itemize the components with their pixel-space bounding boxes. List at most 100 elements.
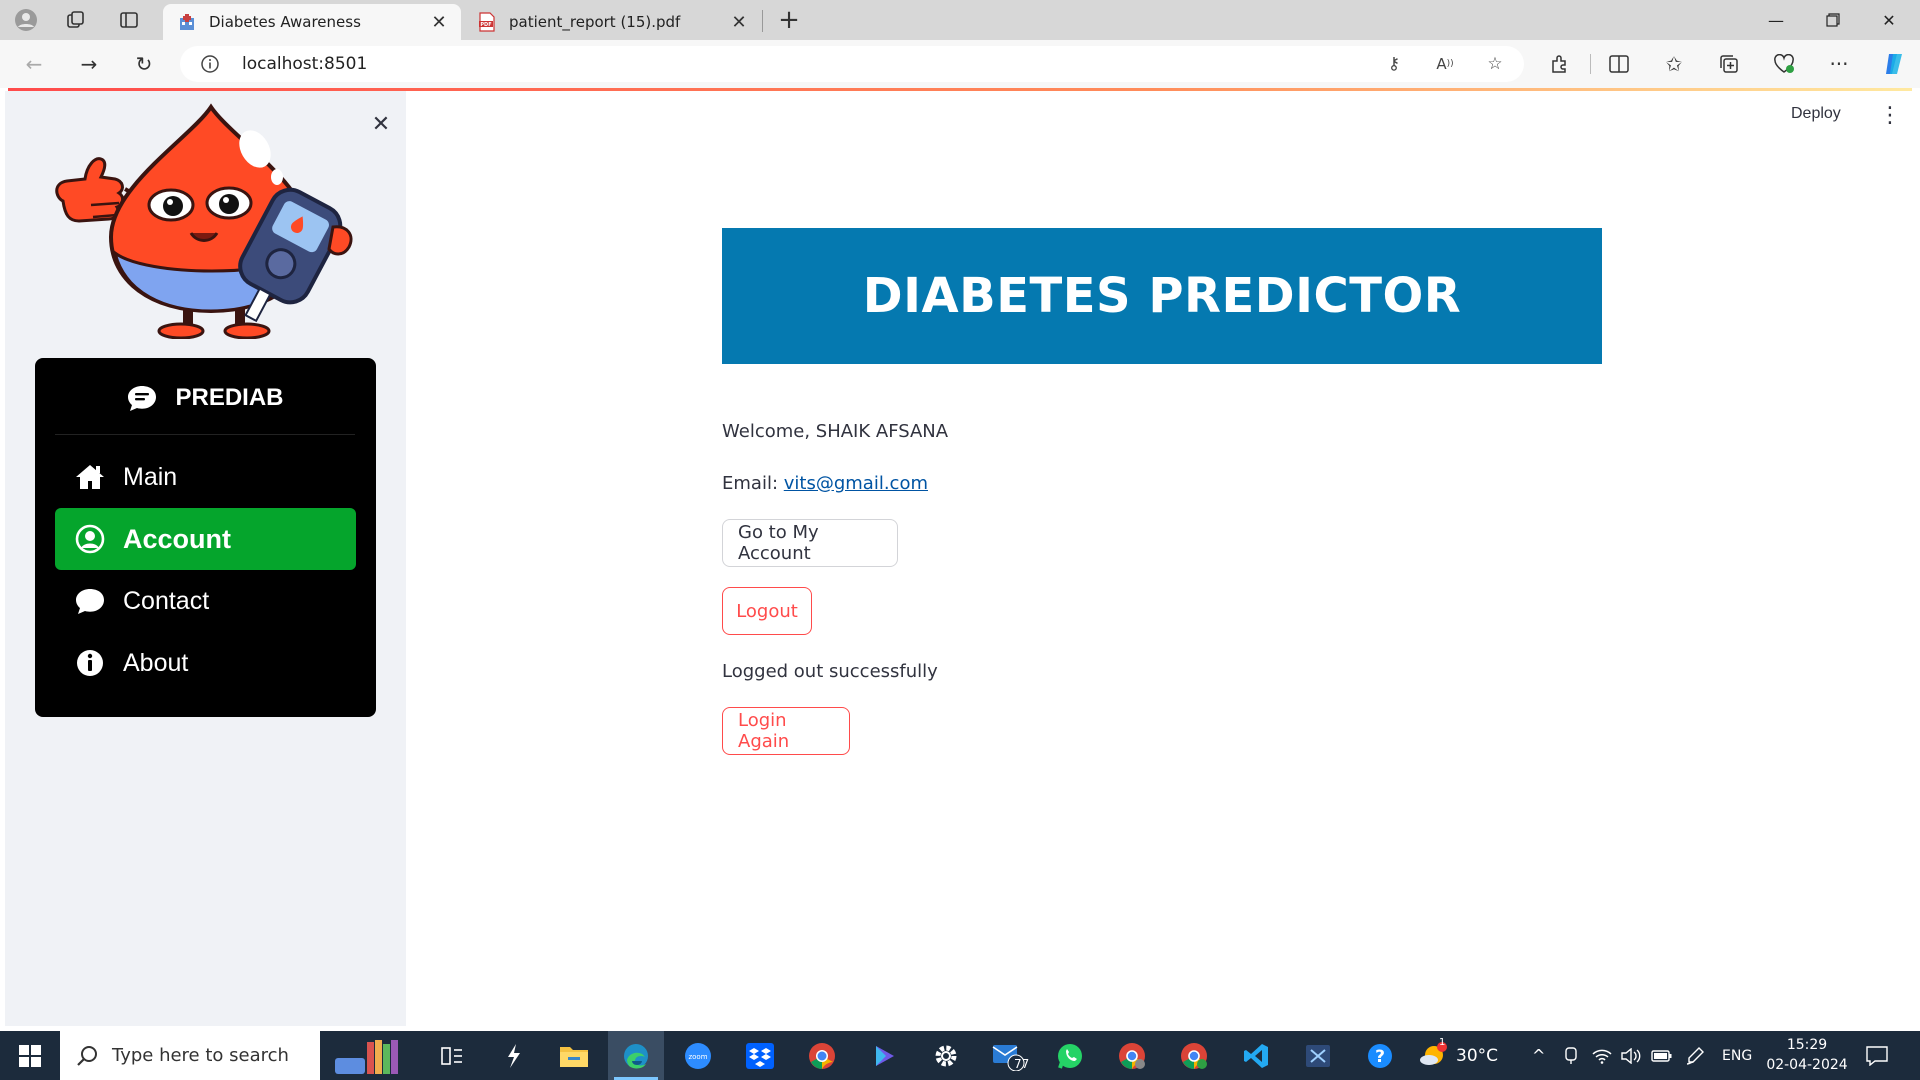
clock-time: 15:29 (1786, 1037, 1828, 1053)
login-again-button[interactable]: Login Again (722, 707, 850, 755)
weather-badge: 1 (1439, 1037, 1446, 1048)
task-view-icon[interactable] (424, 1031, 480, 1080)
search-icon (77, 1045, 97, 1066)
menu-item-label: Main (123, 462, 178, 491)
browser-essentials-icon[interactable] (1768, 49, 1800, 79)
menu-header: PREDIAB (35, 378, 376, 418)
favorites-icon[interactable]: ✩ (1658, 49, 1690, 79)
new-tab-icon[interactable]: + (775, 5, 803, 35)
chrome-icon[interactable] (794, 1031, 850, 1080)
tab-actions-icon[interactable] (115, 7, 143, 33)
restore-icon[interactable] (1810, 6, 1856, 34)
forward-icon[interactable]: → (73, 49, 105, 79)
copilot-app-icon[interactable] (856, 1031, 912, 1080)
tab-diabetes-awareness[interactable]: Diabetes Awareness ✕ (163, 4, 461, 40)
clock-date: 02-04-2024 (1766, 1057, 1848, 1073)
menu-item-label: About (123, 648, 189, 677)
menu-title: PREDIAB (175, 384, 284, 411)
close-window-icon[interactable]: ✕ (1866, 6, 1912, 34)
tab-close-icon[interactable]: ✕ (429, 12, 449, 33)
welcome-text: Welcome, SHAIK AFSANA (722, 421, 949, 442)
email-link[interactable]: vits@gmail.com (784, 473, 928, 494)
chrome-profile-a-icon[interactable] (1104, 1031, 1160, 1080)
dropbox-icon[interactable] (732, 1031, 788, 1080)
chat-icon (75, 586, 105, 616)
tab-patient-report[interactable]: PDF patient_report (15).pdf ✕ (463, 4, 761, 40)
minimize-icon[interactable]: — (1753, 6, 1799, 34)
browser-toolbar: ← → ↻ localhost:8501 ⚷ A)) ☆ ✩ ··· (0, 40, 1920, 88)
menu-item-label: Account (123, 523, 231, 554)
pen-ink-icon[interactable] (1685, 1031, 1705, 1080)
terminal-app-icon[interactable] (485, 1031, 541, 1080)
weather-widget[interactable]: 1 30°C (1418, 1031, 1498, 1080)
blood-drop-mascot-image (55, 103, 353, 339)
address-bar[interactable]: localhost:8501 ⚷ A)) ☆ (180, 46, 1524, 82)
logout-button[interactable]: Logout (722, 587, 812, 635)
profile-icon[interactable] (12, 7, 40, 33)
tab-close-icon[interactable]: ✕ (729, 12, 749, 33)
temperature-text: 30°C (1456, 1045, 1499, 1066)
svg-text:zoom: zoom (688, 1053, 707, 1061)
windows-start-icon[interactable] (0, 1031, 60, 1080)
workspaces-icon[interactable] (62, 7, 90, 33)
books-widget-icon[interactable] (322, 1031, 412, 1080)
toolbar-divider (1590, 54, 1591, 74)
show-hidden-icons[interactable]: ^ (1532, 1031, 1545, 1080)
menu-item-about[interactable]: About (55, 632, 356, 694)
option-menu: PREDIAB Main Account Contact About (35, 358, 376, 717)
main-content: Deploy ⋮ DIABETES PREDICTOR Welcome, SHA… (406, 91, 1920, 1026)
svg-text:?: ? (1375, 1047, 1385, 1067)
more-options-icon[interactable]: ··· (1823, 49, 1855, 79)
house-icon (75, 462, 105, 492)
copilot-icon[interactable] (1878, 49, 1910, 79)
menu-divider (55, 434, 355, 435)
collections-icon[interactable] (1713, 49, 1745, 79)
edge-browser-icon[interactable] (608, 1031, 664, 1080)
whatsapp-icon[interactable] (1042, 1031, 1098, 1080)
tab-title: patient_report (15).pdf (509, 13, 681, 31)
split-screen-icon[interactable] (1603, 49, 1635, 79)
mail-badge: 77 (1014, 1057, 1030, 1071)
wifi-icon[interactable] (1592, 1031, 1612, 1080)
menu-item-account[interactable]: Account (55, 508, 356, 570)
help-icon[interactable]: ? (1352, 1031, 1408, 1080)
clock[interactable]: 15:29 02-04-2024 (1760, 1035, 1854, 1075)
key-icon[interactable]: ⚷ (1382, 53, 1406, 75)
volume-icon[interactable] (1621, 1031, 1641, 1080)
hospital-favicon-icon (177, 12, 197, 32)
site-info-icon[interactable] (200, 54, 220, 74)
notifications-icon[interactable] (1866, 1031, 1888, 1080)
zoom-app-icon[interactable]: zoom (670, 1031, 726, 1080)
go-to-my-account-button[interactable]: Go to My Account (722, 519, 898, 567)
vscode-icon[interactable] (1228, 1031, 1284, 1080)
chat-dots-icon (127, 384, 157, 412)
taskbar-search-box[interactable]: Type here to search (60, 1031, 320, 1080)
url-text: localhost:8501 (242, 54, 368, 74)
info-icon (75, 648, 105, 678)
search-placeholder: Type here to search (112, 1045, 289, 1066)
favorite-star-icon[interactable]: ☆ (1483, 53, 1507, 75)
refresh-icon[interactable]: ↻ (128, 49, 160, 79)
read-aloud-icon[interactable]: A)) (1433, 53, 1457, 75)
deploy-button[interactable]: Deploy (1791, 99, 1841, 129)
tab-title: Diabetes Awareness (209, 13, 361, 31)
language-indicator[interactable]: ENG (1722, 1031, 1752, 1080)
settings-gear-icon[interactable] (918, 1031, 974, 1080)
meet-now-icon[interactable] (1563, 1031, 1579, 1080)
mail-icon[interactable]: 77 (980, 1031, 1036, 1080)
menu-item-label: Contact (123, 586, 210, 615)
battery-icon[interactable] (1651, 1031, 1673, 1080)
email-line: Email: vits@gmail.com (722, 473, 928, 494)
svg-text:PDF: PDF (480, 22, 491, 28)
snipping-tool-icon[interactable] (1290, 1031, 1346, 1080)
file-explorer-icon[interactable] (546, 1031, 602, 1080)
extensions-icon[interactable] (1543, 49, 1575, 79)
windows-taskbar: Type here to search zoom 77 ? 1 30°C ^ E… (0, 1031, 1920, 1080)
menu-item-main[interactable]: Main (55, 446, 356, 508)
back-icon[interactable]: ← (18, 49, 50, 79)
main-menu-icon[interactable]: ⋮ (1878, 101, 1902, 129)
page-title-banner: DIABETES PREDICTOR (722, 228, 1602, 364)
chrome-profile-b-icon[interactable] (1166, 1031, 1222, 1080)
menu-item-contact[interactable]: Contact (55, 570, 356, 632)
email-label: Email: (722, 473, 779, 494)
